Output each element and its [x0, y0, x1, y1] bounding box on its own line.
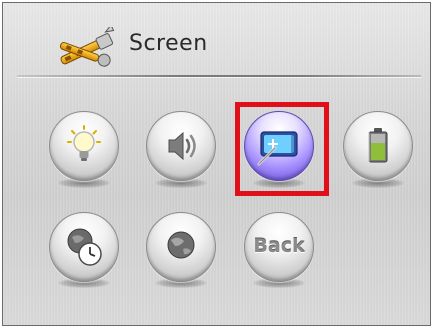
volume-button[interactable]	[146, 111, 216, 181]
globe-icon	[167, 231, 195, 259]
language-button[interactable]	[146, 212, 216, 282]
back-button[interactable]: Back	[244, 212, 314, 282]
page-title: Screen	[129, 31, 208, 56]
lightbulb-icon	[67, 125, 101, 161]
tools-icon	[59, 27, 115, 67]
globe-clock-icon	[67, 228, 102, 266]
brightness-button[interactable]	[49, 111, 119, 181]
device-screen: Screen Back	[2, 2, 431, 326]
battery-button[interactable]	[343, 111, 413, 181]
header-divider-highlight	[17, 77, 421, 78]
speaker-icon	[168, 131, 196, 161]
selection-highlight	[235, 102, 329, 196]
battery-icon	[368, 128, 388, 163]
back-button-label: Back	[253, 235, 305, 257]
time-button[interactable]	[49, 212, 119, 282]
